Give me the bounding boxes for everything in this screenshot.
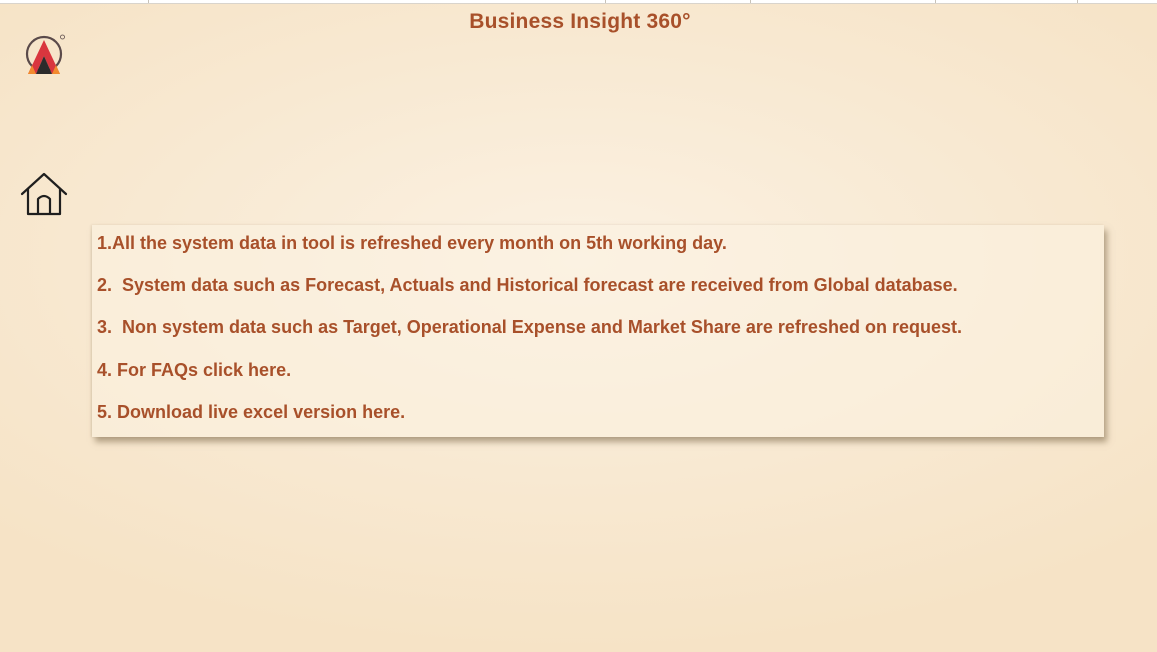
info-panel: 1.All the system data in tool is refresh… (92, 225, 1104, 437)
home-icon[interactable] (20, 172, 68, 216)
info-item-system-data: 2. System data such as Forecast, Actuals… (97, 275, 958, 295)
download-excel-link[interactable]: 5. Download live excel version here. (97, 402, 405, 423)
strip-divider (1077, 0, 1078, 3)
faq-link[interactable]: 4. For FAQs click here. (97, 360, 291, 381)
info-item-non-system-data: 3. Non system data such as Target, Opera… (97, 317, 962, 337)
strip-divider (750, 0, 751, 3)
top-border-strip (0, 0, 1157, 4)
info-item-refresh-schedule: 1.All the system data in tool is refresh… (97, 233, 727, 253)
strip-divider (605, 0, 606, 3)
strip-divider (935, 0, 936, 3)
company-logo-icon (22, 32, 66, 76)
strip-divider (148, 0, 149, 3)
page-title: Business Insight 360° (469, 10, 691, 33)
